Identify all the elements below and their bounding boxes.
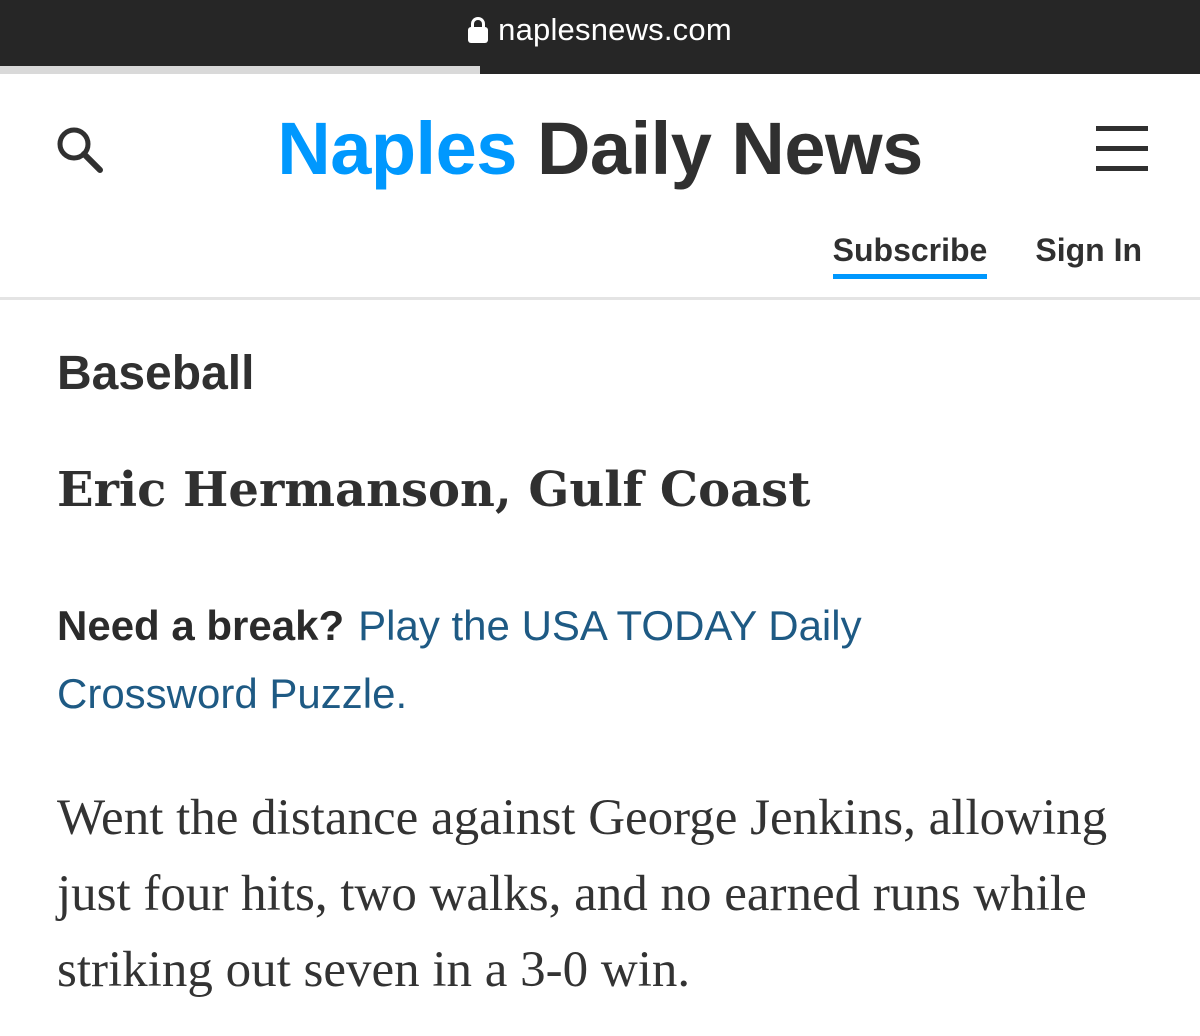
page-load-progress-fill [0,66,480,74]
hamburger-menu-icon[interactable] [1094,126,1150,171]
url-text[interactable]: naplesnews.com [498,12,732,48]
logo-naples: Naples [277,107,517,190]
promo-lead-text: Need a break? [57,602,345,649]
browser-address-bar: naplesnews.com [0,0,1200,74]
crossword-promo: Need a break? Play the USA TODAY Daily Cr… [57,592,1057,728]
site-logo[interactable]: Naples Daily News [0,104,1200,194]
section-heading: Baseball [57,347,255,400]
page-load-progress [0,66,1200,74]
account-links: Subscribe Sign In [832,232,1142,279]
logo-daily-news: Daily News [536,107,923,190]
article-body: Went the distance against George Jenkins… [57,790,1108,998]
subscribe-link[interactable]: Subscribe [832,232,987,279]
sign-in-link[interactable]: Sign In [1035,232,1142,275]
lock-icon [468,16,489,44]
athlete-name: Eric Hermanson, Gulf Coast [57,462,811,518]
url-display[interactable]: naplesnews.com [0,8,1200,52]
site-header: Naples Daily News Subscribe Sign In [0,74,1200,300]
